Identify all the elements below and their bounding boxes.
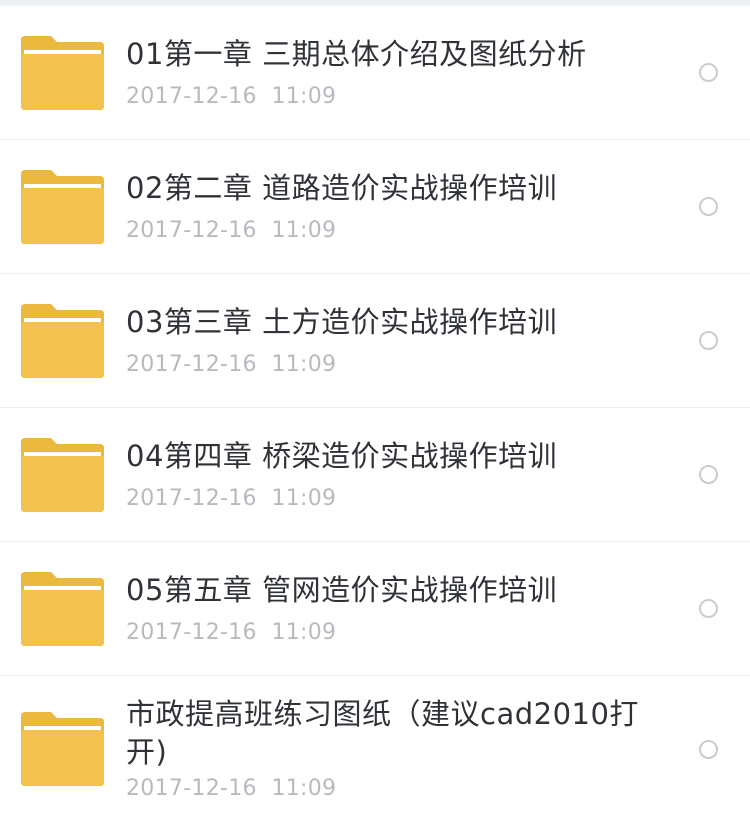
file-text: 01第一章 三期总体介绍及图纸分析 2017-12-16 11:09 (126, 35, 666, 111)
file-row[interactable]: 01第一章 三期总体介绍及图纸分析 2017-12-16 11:09 (0, 6, 750, 140)
file-row[interactable]: 03第三章 土方造价实战操作培训 2017-12-16 11:09 (0, 274, 750, 408)
file-text: 02第二章 道路造价实战操作培训 2017-12-16 11:09 (126, 169, 666, 245)
file-date: 2017-12-16 11:09 (126, 83, 337, 109)
file-date: 2017-12-16 11:09 (126, 776, 337, 801)
file-name[interactable]: 03第三章 土方造价实战操作培训 (126, 303, 666, 341)
file-list: 01第一章 三期总体介绍及图纸分析 2017-12-16 11:09 02第二章… (0, 6, 750, 817)
file-text: 03第三章 土方造价实战操作培训 2017-12-16 11:09 (126, 303, 666, 379)
file-row[interactable]: 市政提高班练习图纸（建议cad2010打开) 2017-12-16 11:09 (0, 676, 750, 817)
select-radio-button[interactable] (699, 63, 718, 82)
folder-icon (21, 437, 104, 512)
select-radio-button[interactable] (699, 465, 718, 484)
file-date: 2017-12-16 11:09 (126, 485, 337, 511)
file-name[interactable]: 市政提高班练习图纸（建议cad2010打开) (126, 695, 646, 771)
file-name[interactable]: 05第五章 管网造价实战操作培训 (126, 571, 666, 609)
file-date: 2017-12-16 11:09 (126, 217, 337, 243)
file-row[interactable]: 05第五章 管网造价实战操作培训 2017-12-16 11:09 (0, 542, 750, 676)
file-date: 2017-12-16 11:09 (126, 351, 337, 377)
folder-icon (21, 571, 104, 646)
folder-icon (21, 169, 104, 244)
file-row[interactable]: 02第二章 道路造价实战操作培训 2017-12-16 11:09 (0, 140, 750, 274)
file-text: 市政提高班练习图纸（建议cad2010打开) 2017-12-16 11:09 (126, 695, 646, 803)
file-name[interactable]: 02第二章 道路造价实战操作培训 (126, 169, 666, 207)
folder-icon (21, 712, 104, 786)
select-radio-button[interactable] (699, 739, 718, 759)
file-name[interactable]: 04第四章 桥梁造价实战操作培训 (126, 437, 666, 475)
file-row[interactable]: 04第四章 桥梁造价实战操作培训 2017-12-16 11:09 (0, 408, 750, 542)
select-radio-button[interactable] (699, 599, 718, 618)
folder-icon (21, 303, 104, 378)
file-text: 05第五章 管网造价实战操作培训 2017-12-16 11:09 (126, 571, 666, 647)
select-radio-button[interactable] (699, 197, 718, 216)
folder-icon (21, 35, 104, 110)
file-text: 04第四章 桥梁造价实战操作培训 2017-12-16 11:09 (126, 437, 666, 513)
file-date: 2017-12-16 11:09 (126, 619, 337, 645)
file-name[interactable]: 01第一章 三期总体介绍及图纸分析 (126, 35, 666, 73)
select-radio-button[interactable] (699, 331, 718, 350)
